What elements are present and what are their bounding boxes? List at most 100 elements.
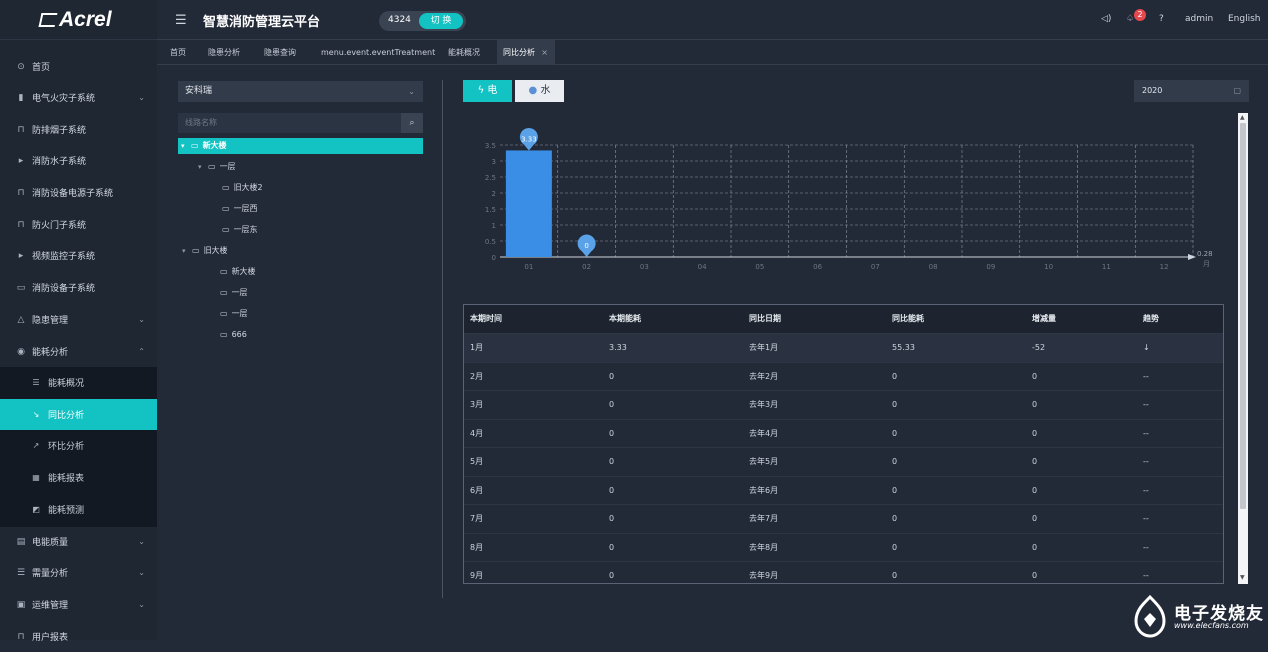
tree-node[interactable]: ▭ 旧大楼2 bbox=[212, 180, 263, 196]
sidebar-item-a2[interactable]: ▣ 运维管理 ⌄ bbox=[0, 589, 157, 620]
caret-down-icon[interactable]: ▾ bbox=[181, 138, 191, 154]
chevron-down-icon: ⌄ bbox=[138, 600, 145, 609]
sidebar-item-m1[interactable]: ▮ 电气火灾子系统 ⌄ bbox=[0, 82, 157, 113]
table-cell: 0 bbox=[609, 571, 615, 580]
sidebar-item-m5[interactable]: ⊓ 防火门子系统 bbox=[0, 209, 157, 240]
table-cell: 去年8月 bbox=[749, 542, 779, 552]
x-tick-label: 10 bbox=[1044, 263, 1053, 271]
tab-hazard-analysis[interactable]: 隐患分析 bbox=[202, 40, 246, 65]
close-tab-icon[interactable]: × bbox=[541, 40, 548, 65]
table-cell: 0 bbox=[892, 428, 898, 438]
user-name[interactable]: admin bbox=[1185, 14, 1213, 24]
tree-node[interactable]: ▭ 一层西 bbox=[212, 201, 258, 217]
tree-node[interactable]: ▾ ▭ 新大楼 bbox=[178, 138, 423, 154]
tree-node[interactable]: ▾ ▭ 一层 bbox=[198, 159, 236, 175]
home-icon: ⊙ bbox=[17, 61, 25, 72]
sidebar-sub-item-3[interactable]: ▦ 能耗报表 bbox=[0, 462, 157, 493]
sidebar-sub-item-2[interactable]: ↗ 环比分析 bbox=[0, 430, 157, 461]
sidebar-item-m0[interactable]: ⊙ 首页 bbox=[0, 51, 157, 82]
menu-toggle-icon[interactable]: ☰ bbox=[175, 13, 187, 28]
table-cell: -- bbox=[1143, 571, 1149, 580]
tree-node-label: 一层 bbox=[231, 288, 248, 297]
sidebar-sub-item-1[interactable]: ↘ 同比分析 bbox=[0, 399, 157, 430]
site-select[interactable]: 安科瑞 ⌄ bbox=[178, 81, 423, 102]
tab-yoy-analysis[interactable]: 同比分析 × bbox=[497, 40, 555, 65]
line-search-input[interactable]: 线路名称 bbox=[178, 113, 401, 133]
tree-node-label: 新大楼 bbox=[202, 141, 227, 150]
table-cell: 0 bbox=[892, 485, 898, 495]
tree-node[interactable]: ▭ 一层 bbox=[210, 306, 248, 322]
chevron-down-icon: ⌄ bbox=[138, 568, 145, 577]
table-header-cell: 趋势 bbox=[1143, 314, 1159, 323]
sidebar-item-a3[interactable]: ⊓ 用户报表 bbox=[0, 621, 157, 652]
speaker-icon[interactable]: ◁) bbox=[1101, 14, 1111, 24]
table-cell: 去年4月 bbox=[749, 428, 779, 438]
help-icon[interactable]: ? bbox=[1159, 14, 1164, 24]
table-cell: 去年3月 bbox=[749, 400, 779, 409]
table-cell: -- bbox=[1143, 400, 1149, 409]
table-cell: 0 bbox=[1032, 371, 1038, 381]
tab-home[interactable]: 首页 bbox=[164, 40, 192, 65]
caret-down-icon[interactable]: ▾ bbox=[182, 243, 192, 259]
scroll-down-icon[interactable]: ▼ bbox=[1240, 574, 1245, 581]
tree-node[interactable]: ▭ 新大楼 bbox=[210, 264, 256, 280]
water-button[interactable]: ● 水 bbox=[515, 80, 564, 102]
sidebar-item-label: 防火门子系统 bbox=[32, 221, 87, 231]
bell-icon[interactable]: ♤ bbox=[1126, 14, 1134, 24]
search-icon[interactable]: ⌕ bbox=[401, 113, 423, 133]
folder-icon: ▭ bbox=[220, 267, 228, 276]
tree-node[interactable]: ▭ 666 bbox=[210, 327, 247, 343]
table-cell: 0 bbox=[892, 371, 898, 381]
chevron-up-icon: ⌃ bbox=[138, 347, 145, 356]
sidebar-item-m4[interactable]: ⊓ 消防设备电源子系统 bbox=[0, 177, 157, 208]
switch-button[interactable]: 切 换 bbox=[419, 13, 463, 29]
tab-energy-overview[interactable]: 能耗概况 bbox=[442, 40, 486, 65]
electric-button[interactable]: ϟ 电 bbox=[463, 80, 512, 102]
sidebar-item-label: 隐患管理 bbox=[32, 316, 69, 326]
sidebar-item-a1[interactable]: ☰ 需量分析 ⌄ bbox=[0, 557, 157, 588]
water-label: 水 bbox=[540, 85, 551, 96]
sidebar-sub-item-0[interactable]: ☰ 能耗概况 bbox=[0, 367, 157, 398]
y-tick-label: 0.5 bbox=[485, 238, 496, 246]
play-icon: ▸ bbox=[18, 155, 24, 166]
tree-node[interactable]: ▭ 一层东 bbox=[212, 222, 258, 238]
sidebar-sub-item-4[interactable]: ◩ 能耗预测 bbox=[0, 494, 157, 525]
scrollbar-thumb[interactable] bbox=[1240, 123, 1246, 509]
tab-event-treatment[interactable]: menu.event.eventTreatment bbox=[315, 40, 441, 65]
table-cell: 4月 bbox=[470, 428, 484, 438]
tree-node-label: 666 bbox=[231, 330, 247, 339]
data-label: 0 bbox=[584, 242, 588, 250]
table-cell: 0 bbox=[609, 514, 615, 523]
x-unit-label: 月 bbox=[1203, 260, 1210, 268]
sidebar-item-m9[interactable]: ◉ 能耗分析 ⌃ bbox=[0, 336, 157, 367]
electric-label: 电 bbox=[487, 85, 498, 96]
sidebar-item-m6[interactable]: ▸ 视频监控子系统 bbox=[0, 240, 157, 271]
sidebar-item-m8[interactable]: △ 隐患管理 ⌄ bbox=[0, 304, 157, 335]
table-row: 8月 0 去年8月 0 0 -- bbox=[464, 534, 1223, 562]
table-row: 6月 0 去年6月 0 0 -- bbox=[464, 477, 1223, 505]
sidebar-item-label: 防排烟子系统 bbox=[32, 126, 87, 136]
year-picker[interactable]: 2020 ▢ bbox=[1134, 80, 1249, 102]
caret-down-icon[interactable]: ▾ bbox=[198, 159, 208, 175]
sidebar-sub-item-label: 同比分析 bbox=[48, 411, 85, 421]
table-cell: 去年2月 bbox=[749, 371, 779, 381]
sidebar-item-m3[interactable]: ▸ 消防水子系统 bbox=[0, 145, 157, 176]
y-tick-label: 0 bbox=[492, 254, 496, 262]
table-cell: 0 bbox=[892, 457, 898, 466]
folder-icon: ▭ bbox=[222, 204, 230, 213]
scrollbar[interactable]: ▲ ▼ bbox=[1238, 113, 1248, 584]
chevron-down-icon: ⌄ bbox=[138, 315, 145, 324]
y-tick-label: 3 bbox=[492, 158, 496, 166]
tab-hazard-query[interactable]: 隐患查询 bbox=[258, 40, 302, 65]
sidebar-item-a0[interactable]: ▤ 电能质量 ⌄ bbox=[0, 526, 157, 557]
tree-node[interactable]: ▭ 一层 bbox=[210, 285, 248, 301]
language-switch[interactable]: English bbox=[1228, 14, 1261, 24]
brand-logo[interactable]: Acrel bbox=[0, 0, 157, 40]
project-switcher: 4324 切 换 bbox=[379, 11, 466, 31]
sidebar-item-m7[interactable]: ▭ 消防设备子系统 bbox=[0, 272, 157, 303]
scroll-up-icon[interactable]: ▲ bbox=[1240, 114, 1245, 121]
table-cell: -52 bbox=[1032, 343, 1046, 352]
tree-node[interactable]: ▾ ▭ 旧大楼 bbox=[182, 243, 228, 259]
sidebar-item-m2[interactable]: ⊓ 防排烟子系统 bbox=[0, 114, 157, 145]
table-cell: 1月 bbox=[470, 343, 484, 352]
